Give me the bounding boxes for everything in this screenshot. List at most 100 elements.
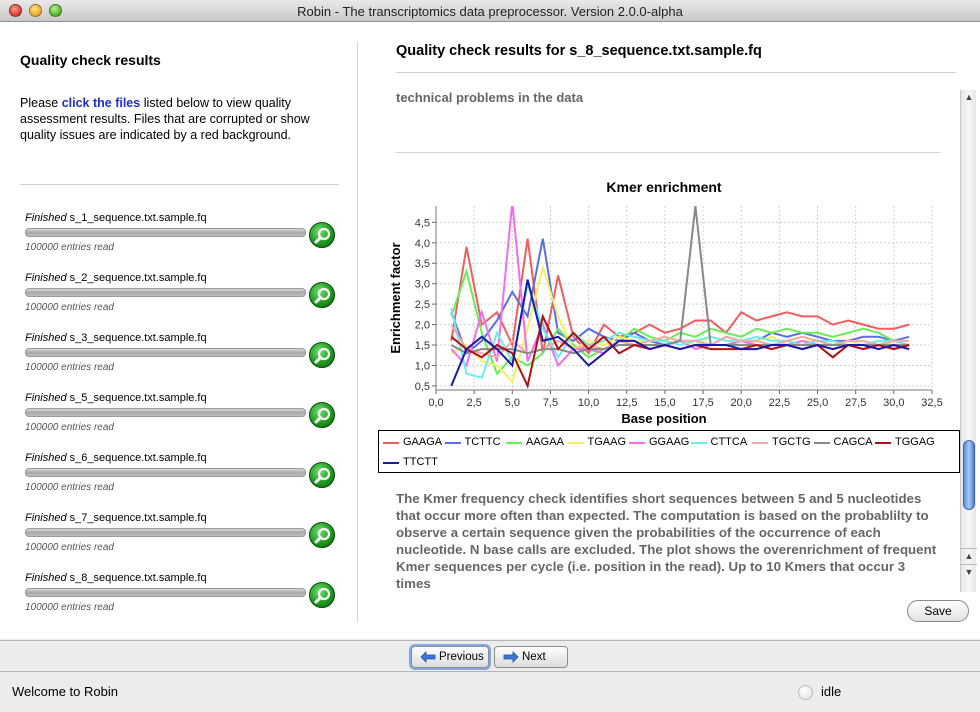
file-item[interactable]: Finished s_8_sequence.txt.sample.fq 1000… <box>0 562 357 622</box>
file-entries-count: 100000 entries read <box>25 362 114 373</box>
file-name-label: Finished s_3_sequence.txt.sample.fq <box>25 332 207 344</box>
magnifier-icon <box>314 287 331 304</box>
file-entries-count: 100000 entries read <box>25 602 114 613</box>
file-status: Finished <box>25 572 67 584</box>
panel-divider[interactable] <box>357 42 358 622</box>
file-entries-count: 100000 entries read <box>25 482 114 493</box>
view-results-button[interactable] <box>309 222 335 248</box>
file-item[interactable]: Finished s_1_sequence.txt.sample.fq 1000… <box>0 202 357 262</box>
window-titlebar: Robin - The transcriptomics data preproc… <box>0 0 980 22</box>
legend-label: GGAAG <box>649 436 690 448</box>
scroll-up-icon[interactable]: ▲ <box>961 90 977 104</box>
legend-label: TGAAG <box>587 436 627 448</box>
x-tick-label: 25,0 <box>807 397 828 409</box>
x-tick-label: 27,5 <box>845 397 866 409</box>
file-progress-bar <box>25 528 306 537</box>
magnifier-icon <box>314 527 331 544</box>
save-button[interactable]: Save <box>907 600 969 622</box>
x-tick-label: 15,0 <box>654 397 675 409</box>
chart-legend: GAAGA TCTTC AAGAA TGAAG GGAAG CTTCA TGCTG CAGCA… <box>378 430 960 473</box>
legend-swatch <box>752 442 768 444</box>
legend-label: AAGAA <box>526 436 564 448</box>
legend-swatch <box>875 442 891 444</box>
file-progress-bar <box>25 408 306 417</box>
kmer-chart-svg: Kmer enrichment 0,0 2,5 5,0 7,5 10,0 12,5 15,0 1… <box>388 179 943 426</box>
view-results-button[interactable] <box>309 582 335 608</box>
results-scrollbar[interactable]: ▲ ▲ ▼ <box>960 90 977 592</box>
file-progress-bar <box>25 348 306 357</box>
file-item[interactable]: Finished s_6_sequence.txt.sample.fq 1000… <box>0 442 357 502</box>
view-results-button[interactable] <box>309 402 335 428</box>
status-state: idle <box>821 684 842 699</box>
file-entries-count: 100000 entries read <box>25 422 114 433</box>
previous-label: Previous <box>439 651 484 663</box>
left-panel-description: Please click the files listed below to v… <box>20 95 320 143</box>
x-tick-label: 20,0 <box>731 397 752 409</box>
file-item[interactable]: Finished s_7_sequence.txt.sample.fq 1000… <box>0 502 357 562</box>
previous-button[interactable]: Previous <box>411 646 489 668</box>
arrow-left-icon <box>420 651 436 663</box>
arrow-right-icon <box>503 651 519 663</box>
file-name: s_2_sequence.txt.sample.fq <box>66 272 207 284</box>
click-the-files-link[interactable]: click the files <box>62 96 141 110</box>
magnifier-icon <box>314 227 331 244</box>
legend-label: TGGAG <box>895 436 935 448</box>
legend-label: GAAGA <box>403 436 443 448</box>
left-panel-title: Quality check results <box>20 52 161 68</box>
left-divider <box>20 184 339 185</box>
legend-label: CTTCA <box>710 436 748 448</box>
x-tick-label: 12,5 <box>616 397 637 409</box>
main-content: Quality check results Please click the f… <box>0 22 980 639</box>
file-item[interactable]: Finished s_2_sequence.txt.sample.fq 1000… <box>0 262 357 322</box>
legend-label: TCTTC <box>464 436 501 448</box>
file-name-label: Finished s_2_sequence.txt.sample.fq <box>25 272 207 284</box>
previous-section-text: technical problems in the data <box>396 90 584 105</box>
x-tick-label: 17,5 <box>692 397 713 409</box>
y-tick-label: 4,5 <box>415 217 430 229</box>
file-status: Finished <box>25 452 67 464</box>
file-item[interactable]: Finished s_5_sequence.txt.sample.fq 1000… <box>0 382 357 442</box>
next-button[interactable]: Next <box>494 646 568 668</box>
file-name: s_3_sequence.txt.sample.fq <box>66 332 207 344</box>
y-axis-label: Enrichment factor <box>388 242 403 353</box>
file-name-label: Finished s_1_sequence.txt.sample.fq <box>25 212 207 224</box>
file-item[interactable]: Finished s_3_sequence.txt.sample.fq 1000… <box>0 322 357 382</box>
next-label: Next <box>522 651 546 663</box>
results-divider <box>396 72 956 73</box>
results-scroll-view[interactable]: technical problems in the data Kmer enri… <box>374 90 962 592</box>
legend-swatch <box>383 442 399 444</box>
file-name: s_8_sequence.txt.sample.fq <box>66 572 207 584</box>
status-bar: Welcome to Robin idle <box>0 673 980 712</box>
status-message: Welcome to Robin <box>12 684 118 699</box>
view-results-button[interactable] <box>309 342 335 368</box>
file-entries-count: 100000 entries read <box>25 242 114 253</box>
x-tick-label: 2,5 <box>467 397 482 409</box>
x-tick-label: 7,5 <box>543 397 558 409</box>
y-tick-label: 3,0 <box>415 279 430 291</box>
navigation-bar: Previous Next <box>0 640 980 672</box>
x-tick-label: 10,0 <box>578 397 599 409</box>
scrollbar-thumb[interactable] <box>963 440 975 510</box>
magnifier-icon <box>314 347 331 364</box>
view-results-button[interactable] <box>309 282 335 308</box>
file-entries-count: 100000 entries read <box>25 542 114 553</box>
x-tick-label: 32,5 <box>921 397 942 409</box>
file-name-label: Finished s_8_sequence.txt.sample.fq <box>25 572 207 584</box>
file-name-label: Finished s_7_sequence.txt.sample.fq <box>25 512 207 524</box>
section-divider <box>396 152 940 153</box>
file-entries-count: 100000 entries read <box>25 302 114 313</box>
y-tick-label: 3,5 <box>415 258 430 270</box>
file-status: Finished <box>25 392 67 404</box>
magnifier-icon <box>314 407 331 424</box>
file-progress-bar <box>25 288 306 297</box>
view-results-button[interactable] <box>309 522 335 548</box>
scroll-down-arrow-icon[interactable]: ▼ <box>961 564 977 578</box>
description-prefix: Please <box>20 96 62 110</box>
file-status: Finished <box>25 512 67 524</box>
legend-swatch <box>444 442 461 444</box>
legend-swatch <box>690 442 707 444</box>
legend-label: TTCTT <box>403 456 438 468</box>
view-results-button[interactable] <box>309 462 335 488</box>
scroll-up-arrow-icon[interactable]: ▲ <box>961 548 977 562</box>
legend-label: TGCTG <box>772 436 811 448</box>
